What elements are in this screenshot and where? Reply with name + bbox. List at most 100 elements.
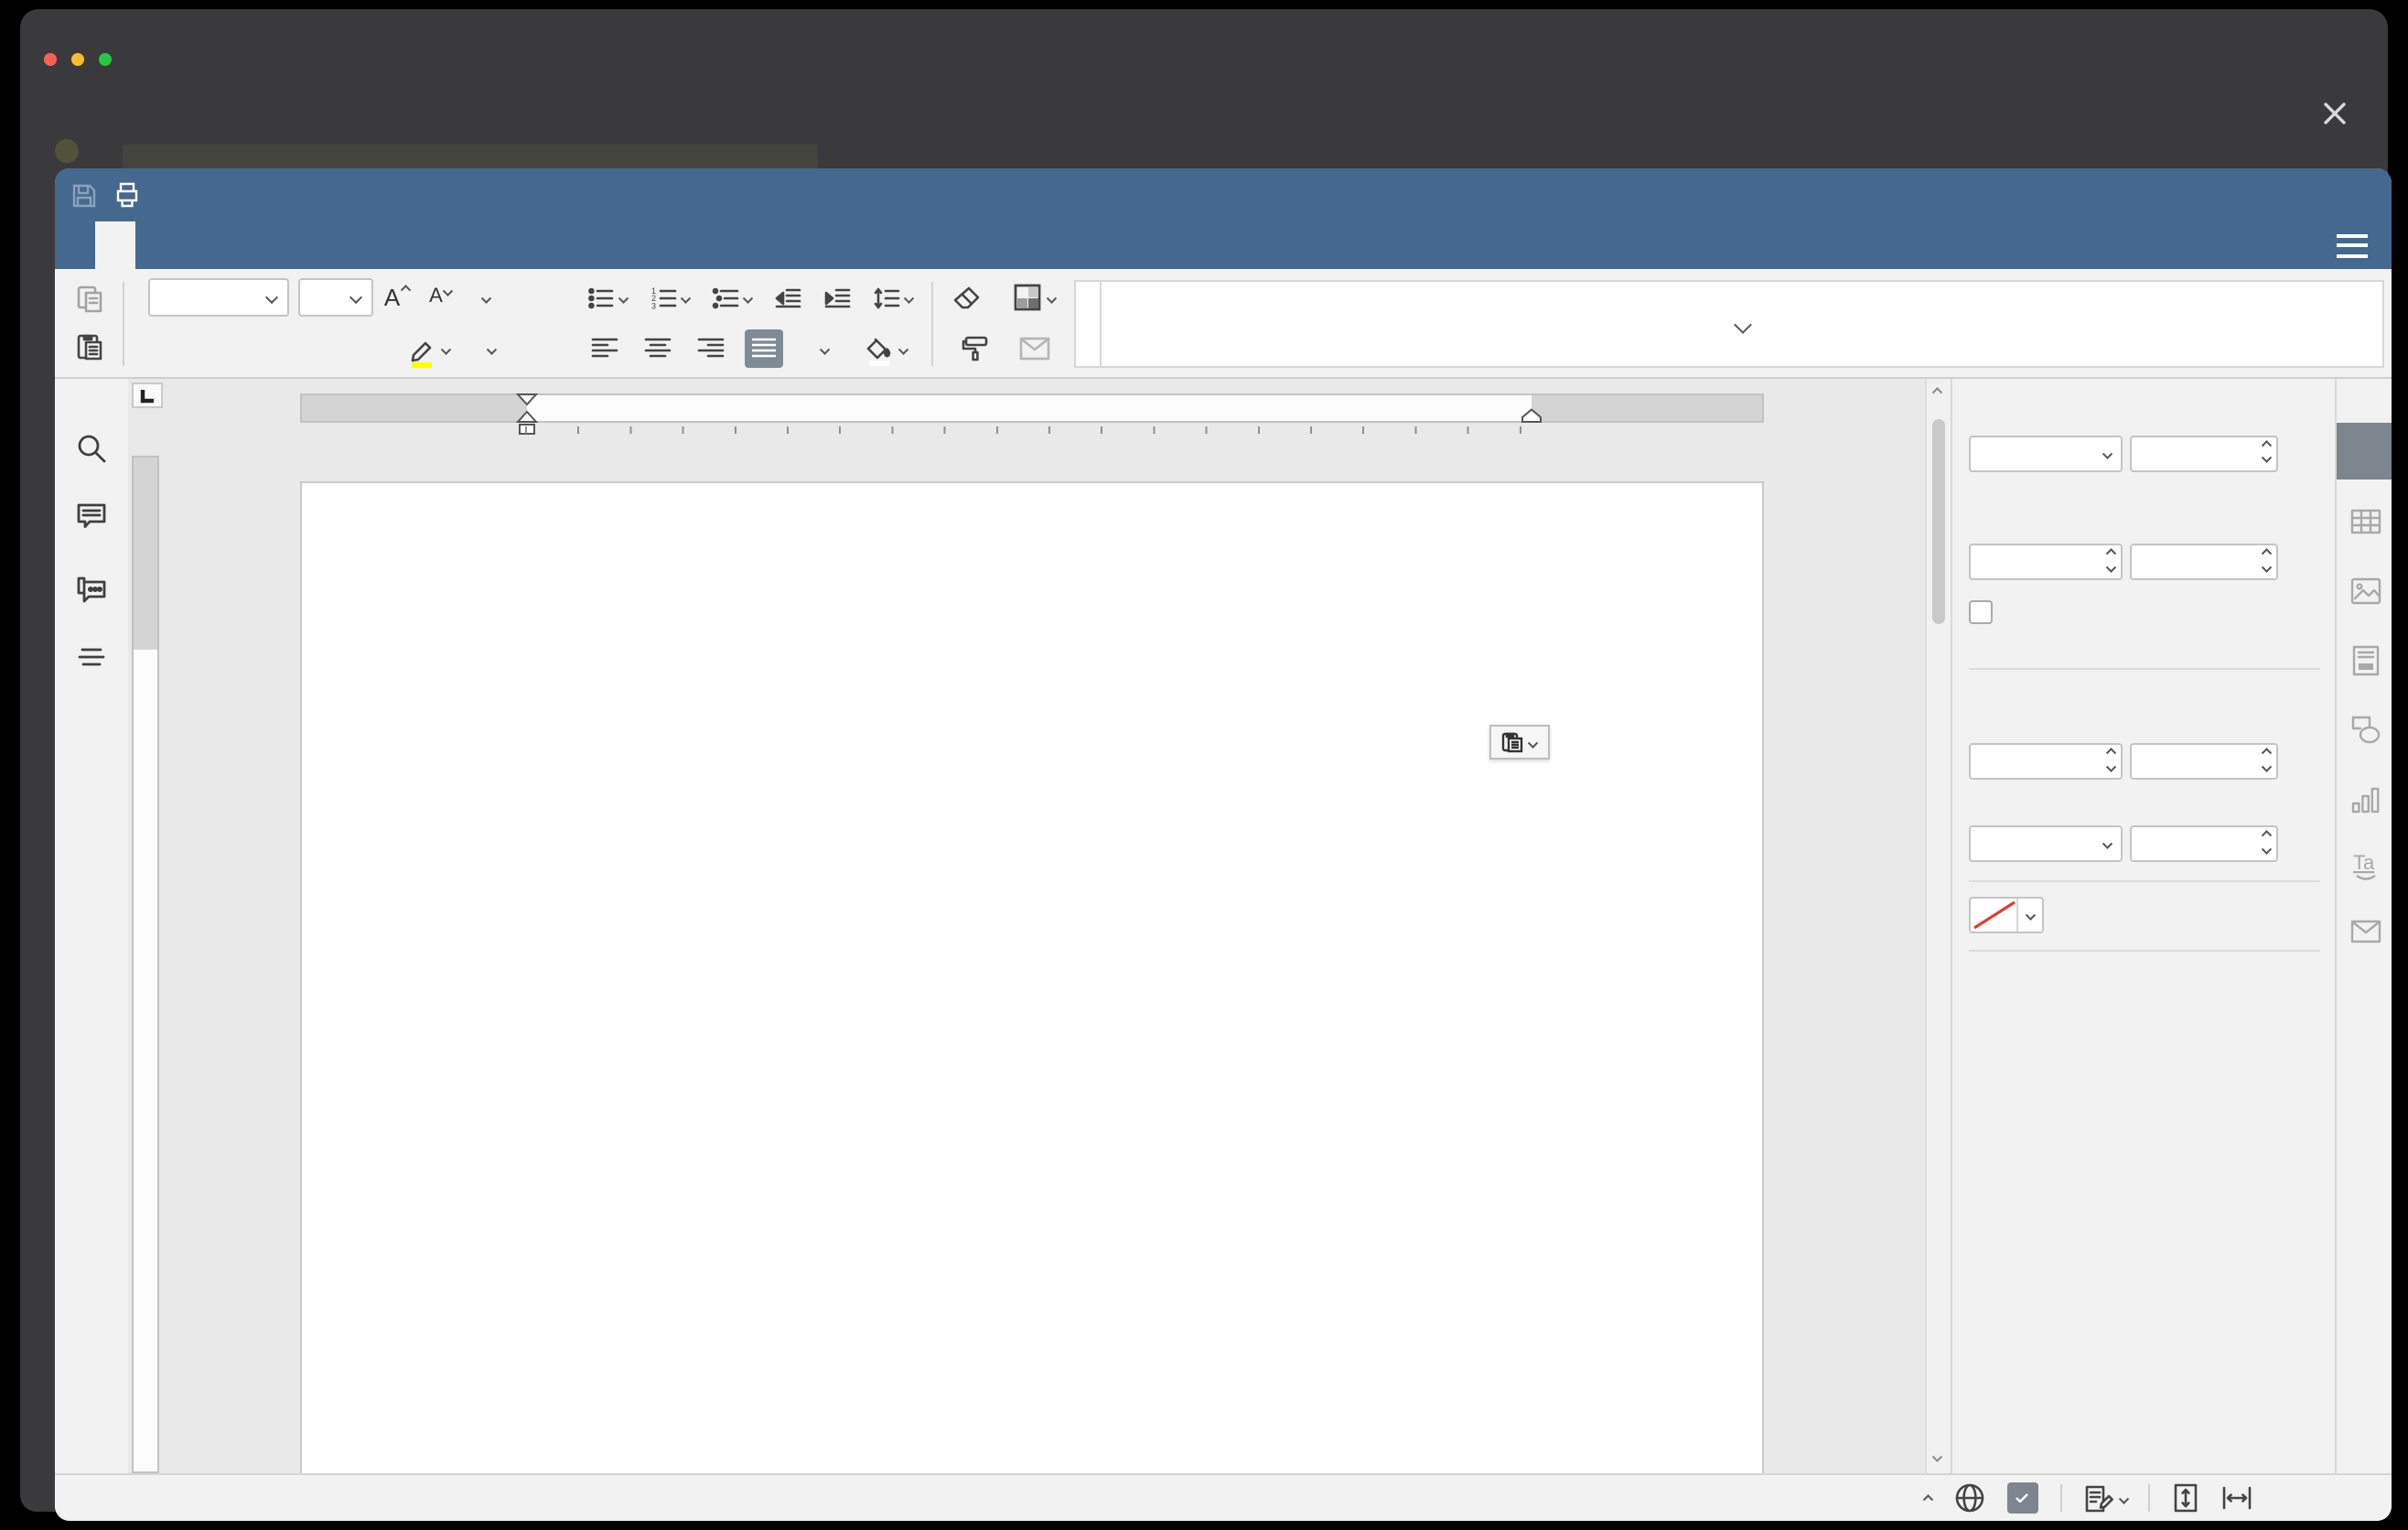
spin-up-icon[interactable]	[2262, 832, 2271, 841]
redo-button[interactable]	[196, 175, 234, 215]
line-spacing-number-input[interactable]	[2129, 435, 2278, 471]
comments-button[interactable]	[75, 500, 108, 533]
spin-up-icon[interactable]	[2106, 550, 2115, 559]
numbered-list-button[interactable]: 123	[642, 278, 695, 317]
spin-up-icon[interactable]	[2106, 749, 2115, 759]
document-page[interactable]	[299, 480, 1763, 1473]
no-space-same-style-checkbox[interactable]	[1969, 600, 1993, 624]
tab-insert[interactable]	[135, 221, 176, 269]
left-indent-marker[interactable]	[515, 410, 537, 423]
tab-collaboration[interactable]	[256, 221, 296, 269]
justify-button[interactable]	[744, 329, 782, 368]
language-select[interactable]	[1914, 1492, 1931, 1504]
tab-home[interactable]	[95, 221, 135, 269]
close-icon[interactable]	[2320, 99, 2349, 128]
font-color-button[interactable]	[459, 329, 514, 368]
change-case-button[interactable]	[464, 278, 504, 317]
nonprinting-chars-button[interactable]	[795, 329, 846, 368]
advanced-settings-link[interactable]	[1952, 968, 2335, 994]
align-center-button[interactable]	[638, 329, 678, 368]
spin-down-icon[interactable]	[2262, 844, 2271, 853]
fit-width-button[interactable]	[2221, 1484, 2252, 1512]
textart-settings-tab[interactable]: Ta	[2349, 849, 2381, 882]
multilevel-list-button[interactable]	[704, 278, 758, 317]
close-traffic-button[interactable]	[44, 53, 57, 66]
headings-button[interactable]	[75, 641, 108, 673]
maximize-traffic-button[interactable]	[99, 53, 112, 66]
shape-settings-tab[interactable]	[2349, 714, 2381, 747]
first-line-indent-marker[interactable]	[515, 393, 537, 406]
menu-hamburger-icon[interactable]	[2337, 233, 2368, 257]
save-button[interactable]	[64, 175, 102, 215]
spacing-after-input[interactable]	[2129, 544, 2278, 580]
spin-up-icon[interactable]	[2262, 441, 2271, 450]
tab-layout[interactable]	[176, 221, 216, 269]
scrollbar-thumb[interactable]	[1932, 419, 1945, 624]
font-name-select[interactable]	[147, 278, 288, 317]
right-indent-marker[interactable]	[1520, 408, 1542, 423]
fit-page-button[interactable]	[2172, 1482, 2199, 1514]
paste-button[interactable]	[70, 328, 110, 366]
line-spacing-select[interactable]	[1969, 435, 2123, 471]
increase-font-button[interactable]: A	[376, 278, 416, 317]
spin-up-icon[interactable]	[2262, 550, 2271, 559]
spin-down-icon[interactable]	[2262, 562, 2271, 571]
underline-button[interactable]	[225, 329, 265, 368]
tab-selector[interactable]	[132, 382, 163, 408]
italic-button[interactable]	[181, 329, 221, 368]
shading-button[interactable]	[859, 329, 914, 368]
strikethrough-button[interactable]	[269, 329, 309, 368]
bold-button[interactable]	[137, 329, 177, 368]
align-right-button[interactable]	[691, 329, 731, 368]
tab-plugins[interactable]	[296, 221, 337, 269]
scroll-up-icon[interactable]	[1933, 389, 1942, 398]
spin-up-icon[interactable]	[2262, 749, 2271, 759]
spacing-before-input[interactable]	[1969, 544, 2123, 580]
horizontal-ruler[interactable]	[299, 393, 1763, 423]
mailmerge-settings-tab[interactable]	[2349, 919, 2381, 952]
bullet-list-button[interactable]	[580, 278, 633, 317]
table-settings-tab[interactable]	[2349, 505, 2381, 538]
tab-references[interactable]	[216, 221, 256, 269]
paste-options-button[interactable]	[1489, 725, 1549, 760]
chart-settings-tab[interactable]	[2349, 783, 2381, 816]
chat-button[interactable]	[75, 573, 108, 606]
image-settings-tab[interactable]	[2349, 575, 2381, 608]
spin-down-icon[interactable]	[2262, 761, 2271, 770]
minimize-traffic-button[interactable]	[71, 53, 84, 66]
paragraph-settings-tab[interactable]	[2337, 422, 2392, 479]
increase-indent-button[interactable]	[816, 278, 856, 317]
vertical-scrollbar[interactable]	[1925, 379, 1951, 1473]
search-button[interactable]	[75, 432, 108, 465]
font-size-select[interactable]	[297, 278, 372, 317]
document-language-button[interactable]	[1953, 1482, 1984, 1514]
mail-merge-button[interactable]	[1014, 329, 1054, 368]
subscript-button[interactable]	[357, 329, 397, 368]
spellcheck-button[interactable]	[2006, 1482, 2037, 1514]
format-painter-button[interactable]	[955, 329, 995, 368]
undo-button[interactable]	[152, 175, 190, 215]
clear-style-button[interactable]	[946, 278, 986, 317]
table-borders-button[interactable]	[1005, 278, 1063, 317]
document-canvas[interactable]	[128, 379, 1951, 1473]
decrease-indent-button[interactable]	[767, 278, 807, 317]
superscript-button[interactable]	[313, 329, 353, 368]
vertical-ruler[interactable]	[132, 456, 159, 1473]
spin-down-icon[interactable]	[2106, 761, 2115, 770]
style-gallery-expand-button[interactable]	[1102, 282, 2382, 366]
indent-right-input[interactable]	[2129, 743, 2278, 780]
tab-file[interactable]	[55, 221, 95, 269]
align-left-button[interactable]	[585, 329, 625, 368]
copy-button[interactable]	[70, 280, 110, 318]
special-select[interactable]	[1969, 825, 2123, 862]
scroll-down-icon[interactable]	[1933, 1451, 1942, 1460]
indent-left-input[interactable]	[1969, 743, 2123, 780]
print-button[interactable]	[108, 175, 146, 215]
decrease-font-button[interactable]: A	[420, 278, 460, 317]
spin-down-icon[interactable]	[2262, 453, 2271, 462]
background-color-picker[interactable]	[1969, 897, 2044, 933]
special-amount-input[interactable]	[2129, 825, 2278, 862]
line-spacing-button[interactable]	[865, 278, 919, 317]
highlight-color-button[interactable]	[401, 329, 456, 368]
headerfooter-settings-tab[interactable]	[2349, 644, 2381, 677]
